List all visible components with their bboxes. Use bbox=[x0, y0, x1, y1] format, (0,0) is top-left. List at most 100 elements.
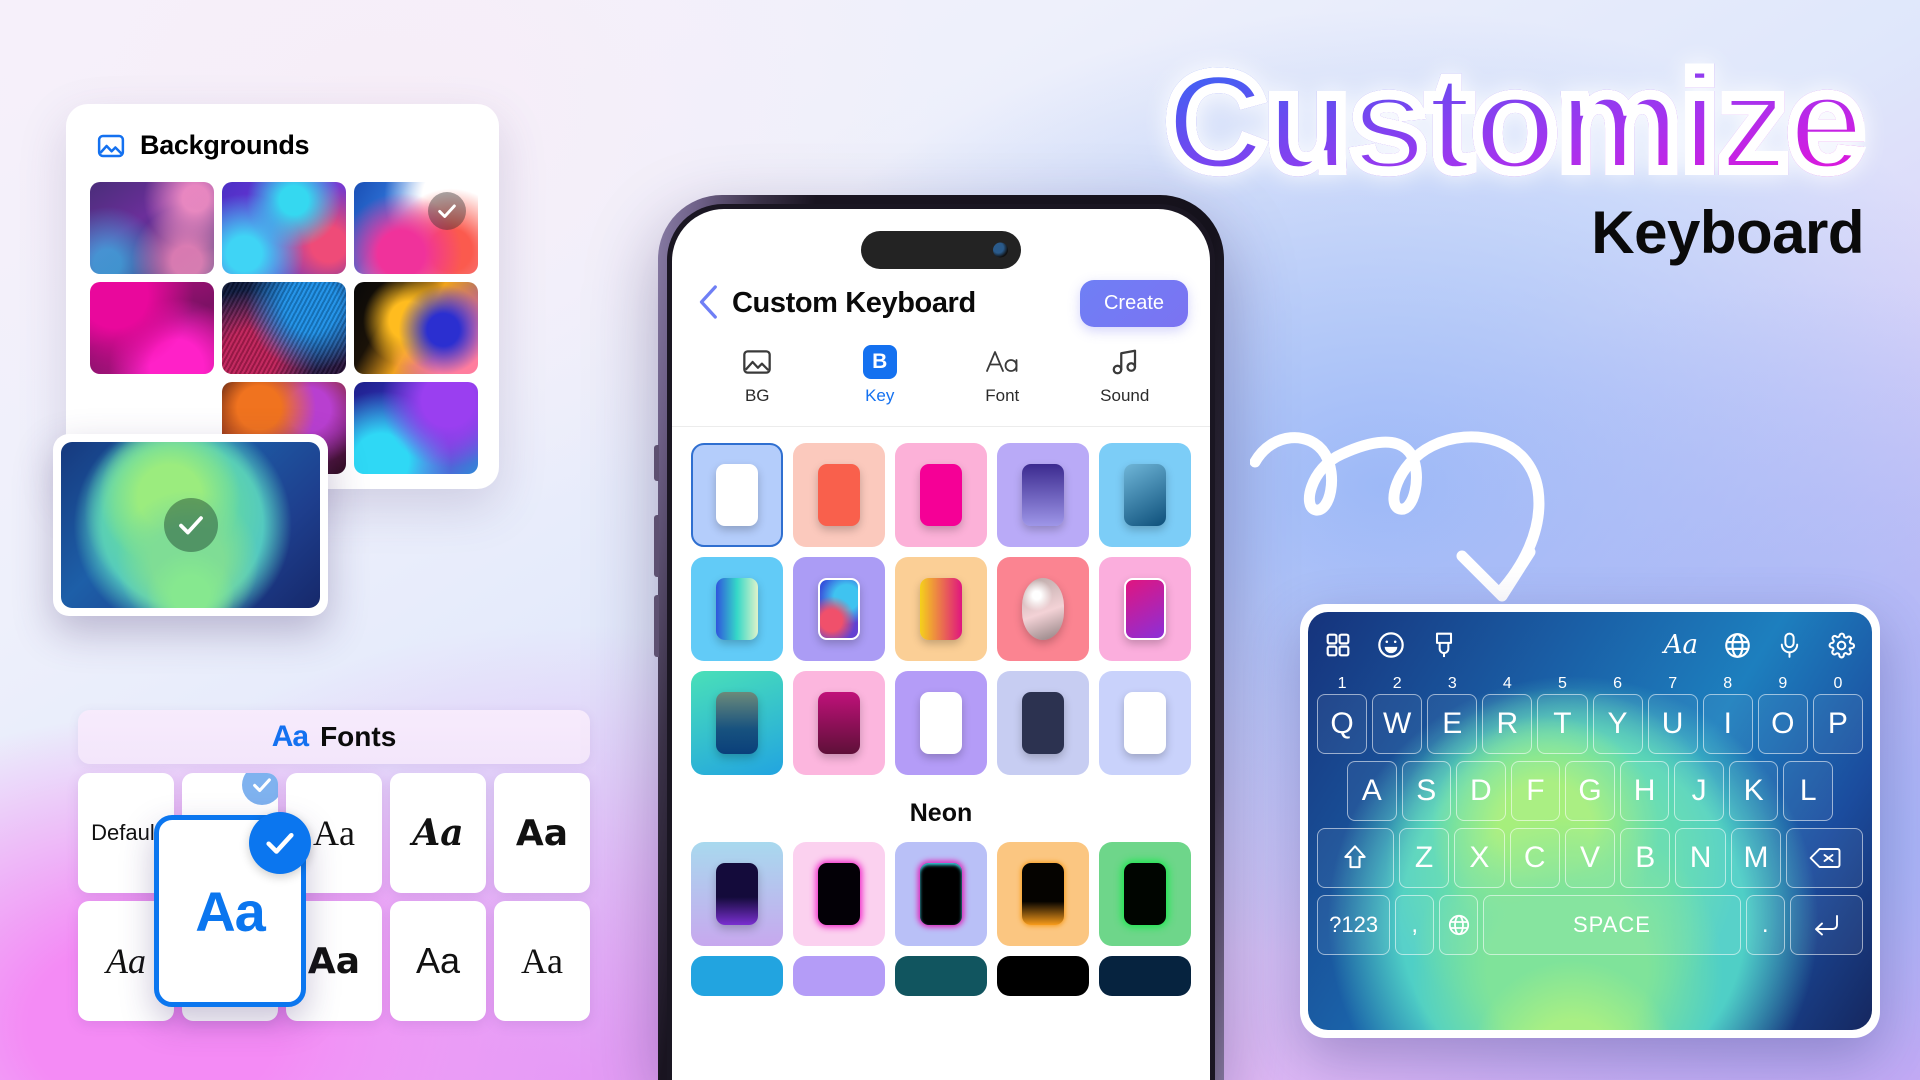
keyboard-preview: Aa 1Q 2W 3E 4R 5T 6Y 7U 8I 9O 0P A S D F… bbox=[1300, 604, 1880, 1038]
key-space[interactable]: SPACE bbox=[1483, 895, 1741, 955]
emoji-smile-icon[interactable] bbox=[1377, 631, 1405, 659]
swatch[interactable] bbox=[1099, 443, 1191, 547]
check-icon bbox=[428, 192, 466, 230]
swatch[interactable] bbox=[895, 443, 987, 547]
keyboard-style-list[interactable]: Neon bbox=[672, 431, 1210, 1080]
grid-icon[interactable] bbox=[1325, 632, 1351, 658]
swatch[interactable] bbox=[997, 443, 1089, 547]
key-y[interactable]: 6Y bbox=[1592, 675, 1643, 754]
swatch[interactable] bbox=[997, 671, 1089, 775]
key-j[interactable]: J bbox=[1674, 761, 1724, 821]
key-t[interactable]: 5T bbox=[1537, 675, 1588, 754]
swatch[interactable] bbox=[895, 842, 987, 946]
font-cell-label: Aa bbox=[313, 813, 355, 853]
key-o[interactable]: 9O bbox=[1757, 675, 1808, 754]
tab-font[interactable]: Font bbox=[956, 345, 1048, 406]
app-navbar: Custom Keyboard Create bbox=[672, 267, 1210, 339]
key-number: 0 bbox=[1833, 675, 1843, 692]
key-number: 7 bbox=[1668, 675, 1678, 692]
key-symbols[interactable]: ?123 bbox=[1316, 895, 1391, 955]
globe-icon[interactable] bbox=[1724, 632, 1751, 659]
image-icon bbox=[96, 131, 126, 161]
key-comma[interactable]: , bbox=[1395, 895, 1435, 955]
chevron-left-icon[interactable] bbox=[694, 282, 724, 324]
globe-icon[interactable] bbox=[1439, 895, 1479, 955]
key-d[interactable]: D bbox=[1456, 761, 1506, 821]
font-aa-icon[interactable]: Aa bbox=[1664, 630, 1698, 660]
key-b[interactable]: B bbox=[1620, 828, 1671, 888]
swatch[interactable] bbox=[691, 956, 783, 996]
key-z[interactable]: Z bbox=[1398, 828, 1450, 888]
key-label: ?123 bbox=[1329, 912, 1379, 937]
swatch[interactable] bbox=[1099, 671, 1191, 775]
backspace-icon[interactable] bbox=[1786, 828, 1863, 888]
swatch[interactable] bbox=[691, 842, 783, 946]
shift-icon[interactable] bbox=[1317, 828, 1394, 888]
swatch[interactable] bbox=[691, 557, 783, 661]
background-thumb[interactable] bbox=[222, 182, 346, 274]
check-icon bbox=[242, 773, 278, 805]
key-l[interactable]: L bbox=[1783, 761, 1834, 821]
theme-brush-icon[interactable] bbox=[1431, 631, 1457, 659]
swatch[interactable] bbox=[997, 557, 1089, 661]
swatch[interactable] bbox=[997, 842, 1089, 946]
key-x[interactable]: X bbox=[1454, 828, 1505, 888]
selected-font-card[interactable]: Aa bbox=[154, 812, 311, 1007]
font-cell[interactable]: Aa bbox=[390, 901, 486, 1021]
swatch[interactable] bbox=[793, 671, 885, 775]
swatch[interactable] bbox=[1099, 557, 1191, 661]
backgrounds-grid bbox=[90, 182, 480, 474]
key-h[interactable]: H bbox=[1619, 761, 1670, 821]
swatch[interactable] bbox=[895, 956, 987, 996]
key-q[interactable]: 1Q bbox=[1317, 675, 1368, 754]
swatch[interactable] bbox=[997, 956, 1089, 996]
swatch[interactable] bbox=[793, 842, 885, 946]
background-thumb[interactable] bbox=[354, 382, 478, 474]
background-thumb[interactable] bbox=[90, 182, 214, 274]
background-thumb[interactable] bbox=[354, 182, 478, 274]
key-label: E bbox=[1442, 707, 1463, 740]
create-button[interactable]: Create bbox=[1079, 279, 1188, 327]
key-period[interactable]: . bbox=[1745, 895, 1785, 955]
swatch[interactable] bbox=[691, 671, 783, 775]
gear-icon[interactable] bbox=[1828, 632, 1855, 659]
swatch[interactable] bbox=[793, 443, 885, 547]
tab-sound[interactable]: Sound bbox=[1079, 345, 1171, 406]
key-a[interactable]: A bbox=[1346, 761, 1397, 821]
enter-icon[interactable] bbox=[1789, 895, 1864, 955]
font-cell[interactable]: Aa bbox=[494, 901, 590, 1021]
swatch[interactable] bbox=[1099, 842, 1191, 946]
background-thumb[interactable] bbox=[90, 282, 214, 374]
font-cell[interactable]: Aa bbox=[494, 773, 590, 893]
key-c[interactable]: C bbox=[1509, 828, 1560, 888]
key-p[interactable]: 0P bbox=[1812, 675, 1863, 754]
key-w[interactable]: 2W bbox=[1372, 675, 1423, 754]
swatch[interactable] bbox=[895, 557, 987, 661]
font-cell[interactable]: Aa bbox=[390, 773, 486, 893]
key-f[interactable]: F bbox=[1510, 761, 1561, 821]
selected-background-card[interactable] bbox=[53, 434, 328, 616]
key-g[interactable]: G bbox=[1565, 761, 1615, 821]
headline-subtitle: Keyboard bbox=[1591, 199, 1864, 266]
tab-bg[interactable]: BG bbox=[711, 345, 803, 406]
microphone-icon[interactable] bbox=[1777, 632, 1802, 659]
music-note-icon bbox=[1110, 345, 1140, 379]
swatch[interactable] bbox=[793, 956, 885, 996]
key-s[interactable]: S bbox=[1401, 761, 1452, 821]
swatch[interactable] bbox=[793, 557, 885, 661]
background-thumb[interactable] bbox=[354, 282, 478, 374]
swatch[interactable] bbox=[1099, 956, 1191, 996]
tab-key[interactable]: B Key bbox=[834, 345, 926, 406]
swatch[interactable] bbox=[895, 671, 987, 775]
key-i[interactable]: 8I bbox=[1702, 675, 1753, 754]
key-r[interactable]: 4R bbox=[1482, 675, 1533, 754]
key-e[interactable]: 3E bbox=[1427, 675, 1478, 754]
key-k[interactable]: K bbox=[1728, 761, 1779, 821]
key-u[interactable]: 7U bbox=[1647, 675, 1698, 754]
key-m[interactable]: M bbox=[1730, 828, 1782, 888]
swatch[interactable] bbox=[691, 443, 783, 547]
key-label: I bbox=[1723, 707, 1732, 740]
key-v[interactable]: V bbox=[1564, 828, 1616, 888]
background-thumb[interactable] bbox=[222, 282, 346, 374]
key-n[interactable]: N bbox=[1675, 828, 1726, 888]
